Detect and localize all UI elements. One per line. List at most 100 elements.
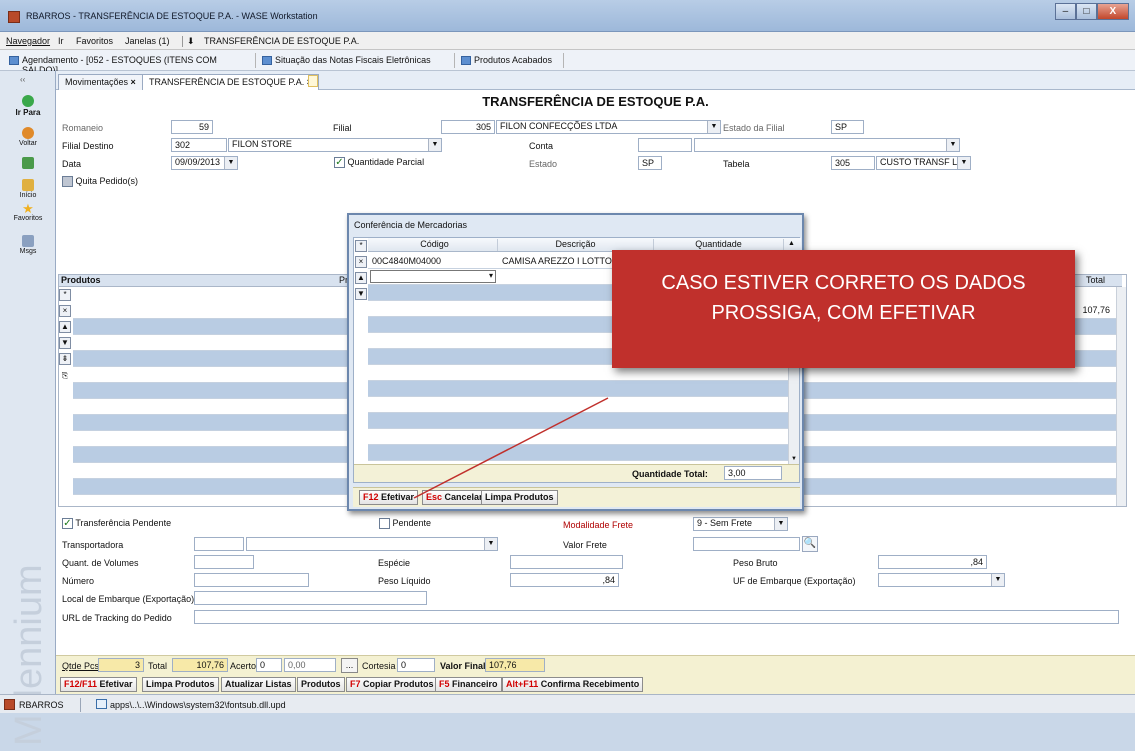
filial-destino-select-value: FILON STORE <box>232 139 292 149</box>
romaneio-field[interactable]: 59 <box>171 120 213 134</box>
collapse-icon[interactable]: ‹‹ <box>20 75 25 84</box>
quantidade-parcial-checkbox[interactable]: Quantidade Parcial <box>334 157 424 169</box>
limpa-produtos-button[interactable]: Limpa Produtos <box>142 677 219 692</box>
button-label: Efetivar <box>381 492 415 502</box>
peso-bruto-field[interactable]: ,84 <box>878 555 987 569</box>
menu-navegador[interactable]: Navegador <box>6 36 50 46</box>
produtos-button[interactable]: Produtos <box>297 677 345 692</box>
menu-janelas[interactable]: Janelas (1) <box>125 36 170 46</box>
url-tracking-field[interactable] <box>194 610 1119 624</box>
scroll-down-icon[interactable]: ▼ <box>791 456 797 462</box>
acerto-details-button[interactable]: ... <box>341 658 358 673</box>
modalidade-frete-select[interactable]: 9 - Sem Frete ▼ <box>693 517 788 531</box>
estado-filial-field[interactable]: SP <box>831 120 864 134</box>
move-down-icon[interactable]: ▼ <box>59 337 71 349</box>
atualizar-listas-button[interactable]: Atualizar Listas <box>221 677 296 692</box>
menu-ir[interactable]: Ir <box>58 36 64 46</box>
copiar-produtos-button[interactable]: F7 Copiar Produtos <box>346 677 438 692</box>
transportadora-code-field[interactable] <box>194 537 244 551</box>
new-tab-icon[interactable] <box>308 75 318 87</box>
table-row[interactable] <box>368 381 788 397</box>
sidebar-item-ir-para[interactable]: Ir Para <box>0 95 56 117</box>
move-up-icon[interactable]: ▲ <box>59 321 71 333</box>
search-icon[interactable]: 🔍 <box>802 536 818 552</box>
produtos-title: Produtos <box>61 275 101 285</box>
quant-volumes-field[interactable] <box>194 555 254 569</box>
transferencia-pendente-checkbox[interactable]: Transferência Pendente <box>62 518 171 530</box>
insert-row-icon[interactable]: ⇟ <box>59 353 71 365</box>
uf-embarque-select[interactable]: ▼ <box>878 573 1005 587</box>
pendente-checkbox[interactable]: Pendente <box>379 518 431 530</box>
sidebar-item-msgs[interactable]: Msgs <box>0 235 56 255</box>
acerto-field[interactable]: 0 <box>256 658 282 672</box>
pin-icon[interactable]: ⬇ <box>182 36 195 47</box>
totals-bar: Qtde Pcs 3 Total 107,76 Acerto 0 0,00 ..… <box>56 655 1135 675</box>
quita-pedido-checkbox[interactable]: Quita Pedido(s) <box>62 176 138 188</box>
favorite-agendamento[interactable]: Agendamento - [052 - ESTOQUES (ITENS COM… <box>6 53 256 75</box>
sidebar-item-voltar[interactable]: Voltar <box>0 127 56 147</box>
minimize-button[interactable]: – <box>1055 3 1076 20</box>
add-row-icon[interactable]: * <box>59 289 71 301</box>
instruction-callout: CASO ESTIVER CORRETO OS DADOS PROSSIGA, … <box>612 250 1075 368</box>
dialog-cancelar-button[interactable]: Esc Cancelar <box>422 490 487 505</box>
scroll-up-icon[interactable]: ▲ <box>788 240 795 247</box>
menu-favoritos[interactable]: Favoritos <box>76 36 113 46</box>
favorite-situacao-nfe[interactable]: Situação das Notas Fiscais Eletrônicas <box>259 53 455 68</box>
sidebar-item-favoritos[interactable]: ★ Favoritos <box>0 202 56 222</box>
move-down-icon[interactable]: ▼ <box>355 288 367 300</box>
produtos-scrollbar[interactable] <box>1116 287 1126 506</box>
filial-code-field[interactable]: 305 <box>441 120 495 134</box>
table-row[interactable] <box>368 429 788 445</box>
table-row[interactable] <box>368 445 788 461</box>
maximize-button[interactable]: □ <box>1075 3 1097 20</box>
table-row[interactable] <box>368 413 788 429</box>
tab-transferencia[interactable]: TRANSFERÊNCIA DE ESTOQUE P.A. × <box>142 74 319 90</box>
status-bar: RBARROS apps\..\..\Windows\system32\font… <box>0 694 1135 713</box>
local-embarque-field[interactable] <box>194 591 427 605</box>
acerto-amount-field[interactable]: 0,00 <box>284 658 336 672</box>
valor-frete-field[interactable] <box>693 537 800 551</box>
total-label: Total <box>148 661 168 671</box>
sidebar-item-refresh[interactable] <box>0 157 56 170</box>
add-row-icon[interactable]: * <box>355 240 367 252</box>
report-icon <box>9 56 19 65</box>
column-header-codigo[interactable]: Código <box>372 239 498 251</box>
table-row[interactable] <box>368 397 788 413</box>
close-button[interactable]: X <box>1096 3 1129 20</box>
confirma-recebimento-button[interactable]: Alt+F11 Confirma Recebimento <box>502 677 644 692</box>
peso-liquido-field[interactable]: ,84 <box>510 573 619 587</box>
tab-movimentacoes[interactable]: Movimentações × <box>58 74 143 90</box>
especie-field[interactable] <box>510 555 623 569</box>
home-icon <box>22 179 34 191</box>
codigo-input[interactable]: ▾ <box>370 270 496 283</box>
delete-row-icon[interactable]: × <box>59 305 71 317</box>
conta-code-field[interactable] <box>638 138 692 152</box>
close-tab-icon[interactable]: × <box>131 77 136 87</box>
favorite-label: Produtos Acabados <box>474 55 553 65</box>
favorite-produtos-acabados[interactable]: Produtos Acabados <box>458 53 564 68</box>
filial-destino-label: Filial Destino <box>62 141 114 151</box>
menu-current-window[interactable]: TRANSFERÊNCIA DE ESTOQUE P.A. <box>204 36 359 46</box>
filial-select[interactable]: FILON CONFECÇÕES LTDA ▼ <box>496 120 721 134</box>
button-label: Confirma Recebimento <box>540 679 640 689</box>
estado-field[interactable]: SP <box>638 156 662 170</box>
transportadora-select[interactable]: ▼ <box>246 537 498 551</box>
filial-destino-select[interactable]: FILON STORE ▼ <box>228 138 442 152</box>
tabela-select[interactable]: CUSTO TRANSF LO ▼ <box>876 156 971 170</box>
move-up-icon[interactable]: ▲ <box>355 272 367 284</box>
dialog-efetivar-button[interactable]: F12 Efetivar <box>359 490 419 505</box>
delete-row-icon[interactable]: × <box>355 256 367 268</box>
tabela-code-field[interactable]: 305 <box>831 156 875 170</box>
data-date-picker[interactable]: 09/09/2013 ▼ <box>171 156 238 170</box>
conta-select[interactable]: ▼ <box>694 138 960 152</box>
window-controls: – □ X <box>1055 3 1129 20</box>
efetivar-button[interactable]: F12/F11 Efetivar <box>60 677 137 692</box>
filial-destino-code-field[interactable]: 302 <box>171 138 227 152</box>
financeiro-button[interactable]: F5 Financeiro <box>435 677 502 692</box>
dialog-limpa-produtos-button[interactable]: Limpa Produtos <box>481 490 558 505</box>
cortesia-field[interactable]: 0 <box>397 658 435 672</box>
numero-field[interactable] <box>194 573 309 587</box>
quantidade-total-label: Quantidade Total: <box>632 469 708 479</box>
sidebar-item-inicio[interactable]: Início <box>0 179 56 199</box>
export-icon[interactable]: ⎘ <box>59 371 71 383</box>
